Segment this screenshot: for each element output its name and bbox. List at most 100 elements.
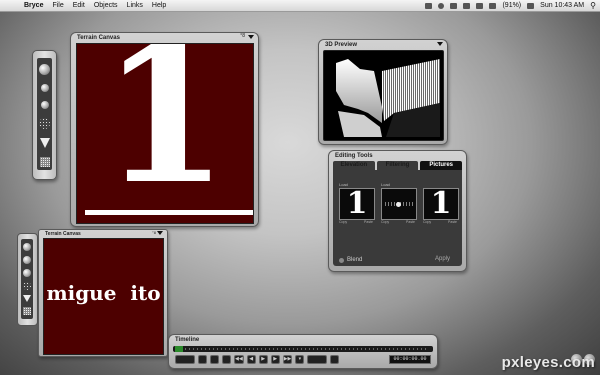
picture-slot-blend-load[interactable]: Load: [381, 182, 390, 187]
tab-filtering[interactable]: Filtering: [376, 161, 419, 170]
menu-objects[interactable]: Objects: [94, 0, 118, 11]
terrain-glyph: 1: [102, 43, 228, 224]
timeline-button-4[interactable]: [222, 355, 231, 364]
picture-slot-blend-copy[interactable]: Copy: [381, 220, 389, 224]
brush-size-icon[interactable]: [23, 256, 31, 264]
menu-clock[interactable]: Sun 10:43 AM: [540, 0, 584, 11]
blend-label: Blend: [347, 257, 363, 263]
picture-slot-blend-frame[interactable]: [381, 188, 417, 220]
picture-slot-b-copy[interactable]: Copy: [423, 220, 431, 224]
menu-file[interactable]: File: [52, 0, 63, 11]
play-icon[interactable]: ▶: [258, 355, 268, 364]
menu-list: Bryce File Edit Objects Links Help: [24, 0, 166, 11]
brush-noise-icon[interactable]: [39, 118, 50, 129]
timeline-remove-key-button[interactable]: [330, 355, 340, 364]
menu-edit[interactable]: Edit: [73, 0, 85, 11]
brush-sphere-icon[interactable]: [39, 64, 50, 75]
flag-icon[interactable]: [527, 2, 535, 9]
bluetooth-icon[interactable]: [450, 2, 458, 9]
tool-palette-inner: [37, 58, 52, 170]
terrain-canvas-resolution[interactable]: °8: [240, 33, 245, 39]
terrain-canvas-title-small: Terrain Canvas: [45, 231, 81, 237]
picture-slot-blend-actions: Copy Paste: [381, 220, 415, 224]
timeline-ticks: [185, 348, 429, 350]
timeline-controls: ◀◀ ◀ ▶ ▶ ▶▶ ▾ 00:00:00.00: [175, 355, 431, 364]
timeline-options-icon[interactable]: ▾: [295, 355, 305, 364]
terrain-canvas-menu-icon[interactable]: [248, 35, 254, 39]
grid-resolution-icon[interactable]: [23, 307, 31, 315]
editing-tools-tabs: Elevation Filtering Pictures: [333, 161, 463, 170]
brush-size-icon[interactable]: [40, 84, 49, 92]
terrain-canvas-text: migue ito: [46, 281, 161, 305]
terrain-canvas-palette-small: Terrain Canvas °8 migue ito: [38, 229, 168, 357]
preview-viewport[interactable]: [323, 50, 444, 141]
sync-icon[interactable]: [425, 2, 433, 9]
timeline-add-key-button[interactable]: [307, 355, 328, 364]
brush-softness-icon[interactable]: [23, 269, 31, 277]
picture-slot-a-copy[interactable]: Copy: [339, 220, 347, 224]
blend-radio-icon[interactable]: [339, 257, 344, 263]
apply-button[interactable]: Apply: [435, 256, 450, 262]
elevation-gradient-icon[interactable]: [39, 138, 50, 148]
picture-slot-a[interactable]: Load 1 Copy Paste: [339, 182, 375, 226]
timeline-time-display[interactable]: 00:00:00.00: [389, 355, 431, 364]
menu-app-bryce[interactable]: Bryce: [24, 0, 43, 11]
timemachine-icon[interactable]: [438, 2, 445, 9]
battery-percent: (91%): [502, 2, 522, 9]
tool-palette-small-inner: [21, 239, 33, 319]
menu-links[interactable]: Links: [127, 0, 143, 11]
terrain-canvas[interactable]: 1: [76, 43, 254, 224]
picture-slot-blend-paste[interactable]: Paste: [406, 220, 415, 224]
tool-palette-small: [17, 233, 38, 326]
preview-title: 3D Preview: [325, 42, 358, 48]
rewind-icon[interactable]: ◀◀: [234, 355, 244, 364]
preview-render: [336, 59, 440, 137]
blend-slider-handle[interactable]: [396, 202, 401, 207]
picture-slot-b[interactable]: 1 Copy Paste: [423, 182, 459, 226]
picture-slot-b-frame[interactable]: 1: [423, 186, 459, 221]
menu-bar: Bryce File Edit Objects Links Help (91%)…: [0, 0, 600, 12]
picture-slot-blend[interactable]: Load Copy Paste: [381, 182, 417, 226]
timeline-playhead[interactable]: [175, 346, 183, 352]
picture-slot-b-paste[interactable]: Paste: [448, 220, 457, 224]
picture-slot-a-glyph: 1: [346, 186, 368, 221]
step-back-icon[interactable]: ◀: [246, 355, 256, 364]
brush-softness-icon[interactable]: [40, 101, 49, 109]
watermark: pxleyes.com: [501, 354, 595, 371]
picture-slot-a-paste[interactable]: Paste: [364, 220, 373, 224]
picture-slot-a-actions: Copy Paste: [339, 220, 373, 224]
preview-menu-icon[interactable]: [437, 42, 443, 46]
tool-palette: [32, 50, 57, 180]
terrain-glyph-base: [85, 210, 253, 215]
terrain-canvas-palette: Terrain Canvas °8 1: [70, 32, 259, 227]
wifi-icon[interactable]: [463, 2, 471, 9]
grid-resolution-icon[interactable]: [39, 157, 50, 167]
pictures-panel: Load 1 Copy Paste Load Copy Paste 1 Copy…: [333, 170, 462, 266]
timeline-keyframe-button[interactable]: [175, 355, 195, 364]
timeline-title: Timeline: [175, 337, 200, 343]
elevation-gradient-icon[interactable]: [23, 295, 31, 302]
fast-forward-icon[interactable]: ▶▶: [282, 355, 293, 364]
tab-pictures[interactable]: Pictures: [420, 161, 463, 170]
picture-slot-b-glyph: 1: [430, 186, 452, 221]
tab-elevation[interactable]: Elevation: [333, 161, 375, 170]
terrain-canvas-menu-icon-small[interactable]: [157, 231, 163, 235]
brush-sphere-icon[interactable]: [23, 243, 31, 251]
timeline-button-3[interactable]: [210, 355, 219, 364]
picture-slot-a-frame[interactable]: 1: [339, 186, 375, 221]
editing-tools-palette: Editing Tools Elevation Filtering Pictur…: [328, 150, 467, 272]
timeline-palette: Timeline ◀◀ ◀ ▶ ▶ ▶▶ ▾ 00:00:00.00: [168, 334, 438, 369]
terrain-canvas-small[interactable]: migue ito: [43, 238, 164, 355]
spotlight-search-icon[interactable]: ⚲: [590, 0, 596, 11]
timeline-button-2[interactable]: [198, 355, 207, 364]
step-forward-icon[interactable]: ▶: [270, 355, 280, 364]
status-area: (91%) Sun 10:43 AM ⚲: [425, 0, 596, 11]
brush-noise-icon[interactable]: [23, 282, 31, 290]
menu-help[interactable]: Help: [152, 0, 166, 11]
volume-icon[interactable]: [476, 2, 484, 9]
battery-icon[interactable]: [489, 2, 497, 9]
terrain-canvas-resolution-small[interactable]: °8: [152, 230, 156, 235]
timeline-track[interactable]: [173, 346, 433, 352]
blend-option[interactable]: Blend: [339, 257, 362, 263]
terrain-canvas-title: Terrain Canvas: [77, 35, 120, 41]
